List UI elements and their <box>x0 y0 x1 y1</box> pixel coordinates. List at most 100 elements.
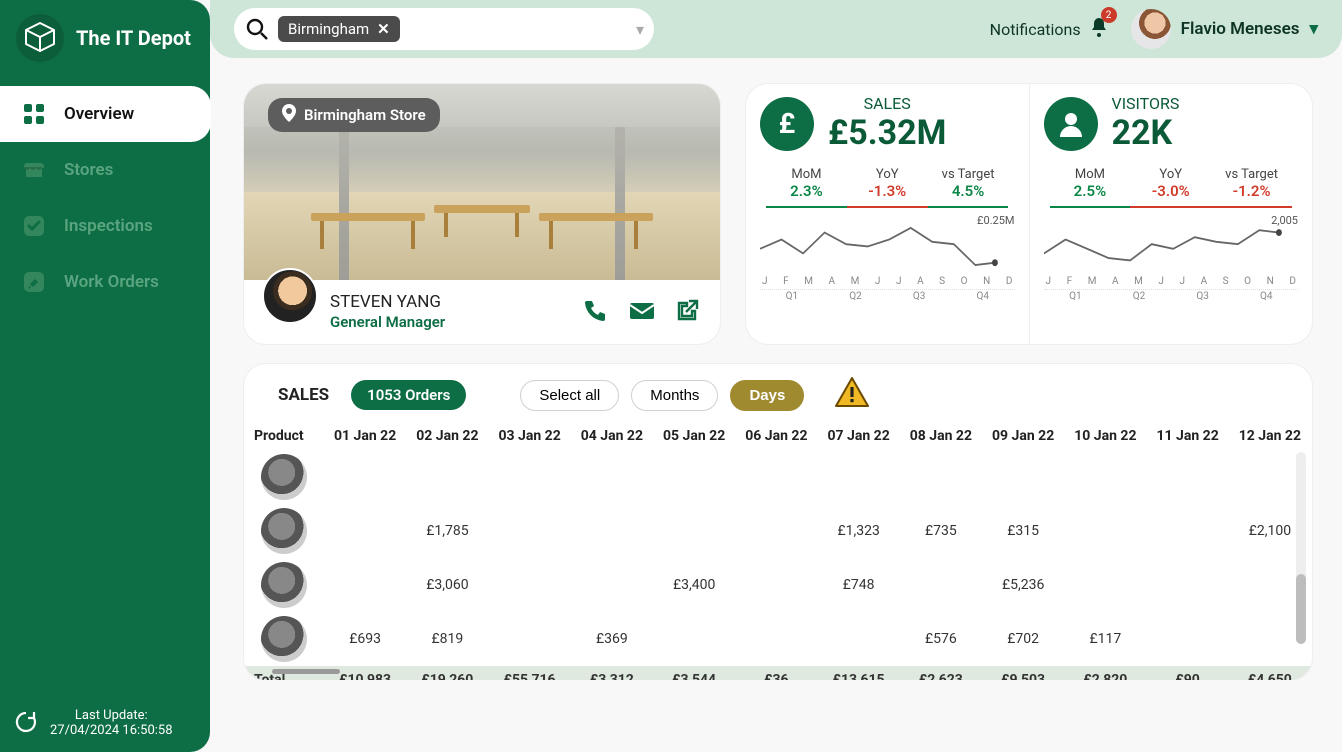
cell <box>1064 558 1146 612</box>
scrollbar[interactable] <box>1296 452 1306 644</box>
total-cell: £3,312 <box>571 666 653 680</box>
col-date: 02 Jan 22 <box>406 422 488 450</box>
chevron-down-icon[interactable]: ▾ <box>636 20 644 39</box>
nav-stores[interactable]: Stores <box>0 142 210 198</box>
metric-label: YoY <box>847 167 928 182</box>
cell <box>818 450 900 504</box>
nav-label: Overview <box>64 104 134 124</box>
manager-title: General Manager <box>330 313 445 332</box>
spark-end-label: £0.25M <box>977 214 1014 227</box>
cell <box>489 450 571 504</box>
manager-name: STEVEN YANG <box>330 292 445 313</box>
kpi-metric: vs Target4.5% <box>928 167 1009 208</box>
total-cell: £3,544 <box>653 666 735 680</box>
spark-end-label: 2,005 <box>1271 214 1298 227</box>
cell: £748 <box>818 558 900 612</box>
cell <box>818 612 900 666</box>
sales-grid[interactable]: Product01 Jan 2202 Jan 2203 Jan 2204 Jan… <box>244 422 1312 680</box>
cell <box>1064 450 1146 504</box>
sales-table-card: SALES 1053 Orders Select all Months Days… <box>244 364 1312 680</box>
nav-label: Work Orders <box>64 272 159 292</box>
cell: £369 <box>571 612 653 666</box>
select-all-button[interactable]: Select all <box>520 380 619 411</box>
cell: £315 <box>982 504 1064 558</box>
cell <box>489 612 571 666</box>
col-date: 03 Jan 22 <box>489 422 571 450</box>
pin-icon <box>282 104 296 126</box>
kpi-metric: YoY-1.3% <box>847 167 928 208</box>
search-input[interactable]: Birmingham ✕ ▾ <box>234 8 654 50</box>
cell <box>571 450 653 504</box>
metric-value: -1.3% <box>847 182 928 208</box>
cell <box>735 450 817 504</box>
product-cell <box>244 450 324 504</box>
product-cell <box>244 558 324 612</box>
metric-value: 2.3% <box>766 182 847 208</box>
visitors-sparkline: 2,005 JFMAMJJASOND Q1Q2Q3Q4 <box>1044 214 1299 290</box>
total-cell: £36 <box>735 666 817 680</box>
scrollbar-thumb[interactable] <box>1296 574 1306 644</box>
cell <box>1147 450 1229 504</box>
cell <box>653 450 735 504</box>
pound-icon: £ <box>760 97 814 151</box>
months-button[interactable]: Months <box>631 380 718 411</box>
product-cell <box>244 504 324 558</box>
cell: £576 <box>900 612 982 666</box>
cell: £819 <box>406 612 488 666</box>
chip-remove-icon[interactable]: ✕ <box>377 20 390 38</box>
product-thumbnail <box>261 508 307 554</box>
notifications-label: Notifications <box>990 20 1081 39</box>
col-date: 07 Jan 22 <box>818 422 900 450</box>
col-date: 11 Jan 22 <box>1147 422 1229 450</box>
kpi-panel: £ SALES £5.32M MoM2.3%YoY-1.3%vs Target4… <box>746 84 1312 344</box>
check-icon <box>20 212 48 240</box>
phone-icon[interactable] <box>582 298 610 326</box>
total-cell: £9,503 <box>982 666 1064 680</box>
cell <box>982 450 1064 504</box>
user-menu[interactable]: Flavio Meneses ▾ <box>1131 9 1318 49</box>
product-thumbnail <box>261 454 307 500</box>
product-thumbnail <box>261 562 307 608</box>
chevron-down-icon: ▾ <box>1309 19 1318 39</box>
cell <box>735 612 817 666</box>
store-photo: Birmingham Store <box>244 84 720 280</box>
cell <box>653 612 735 666</box>
metric-label: vs Target <box>1211 167 1292 182</box>
nav-workorders[interactable]: Work Orders <box>0 254 210 310</box>
col-date: 09 Jan 22 <box>982 422 1064 450</box>
cell: £117 <box>1064 612 1146 666</box>
cell: £1,785 <box>406 504 488 558</box>
days-button[interactable]: Days <box>730 380 804 411</box>
store-icon <box>20 156 48 184</box>
col-date: 04 Jan 22 <box>571 422 653 450</box>
table-row: £1,785£1,323£735£315£2,100 <box>244 504 1311 558</box>
refresh-icon[interactable] <box>12 709 40 737</box>
hscroll-indicator <box>272 669 340 674</box>
cell: £1,323 <box>818 504 900 558</box>
nav: Overview Stores Inspections Work Orders <box>0 86 210 310</box>
metric-label: MoM <box>766 167 847 182</box>
chip-label: Birmingham <box>288 20 369 38</box>
logo-icon <box>16 14 64 62</box>
brand: The IT Depot <box>0 0 210 76</box>
product-thumbnail <box>261 616 307 662</box>
mail-icon[interactable] <box>628 298 656 326</box>
cell <box>1147 558 1229 612</box>
hammer-icon <box>20 268 48 296</box>
cell <box>1064 504 1146 558</box>
open-link-icon[interactable] <box>674 298 702 326</box>
notifications-button[interactable]: Notifications 2 <box>990 15 1111 43</box>
kpi-metric: MoM2.3% <box>766 167 847 208</box>
search-chip[interactable]: Birmingham ✕ <box>278 16 400 42</box>
cell: £3,060 <box>406 558 488 612</box>
topbar: Birmingham ✕ ▾ Notifications 2 Flavio Me… <box>210 0 1342 58</box>
cell <box>489 504 571 558</box>
person-icon <box>1044 97 1098 151</box>
kpi-sales: £ SALES £5.32M MoM2.3%YoY-1.3%vs Target4… <box>746 84 1029 344</box>
user-avatar <box>1131 9 1171 49</box>
metric-label: vs Target <box>928 167 1009 182</box>
nav-inspections[interactable]: Inspections <box>0 198 210 254</box>
col-date: 10 Jan 22 <box>1064 422 1146 450</box>
kpi-label: VISITORS <box>1112 94 1180 113</box>
nav-overview[interactable]: Overview <box>0 86 211 142</box>
